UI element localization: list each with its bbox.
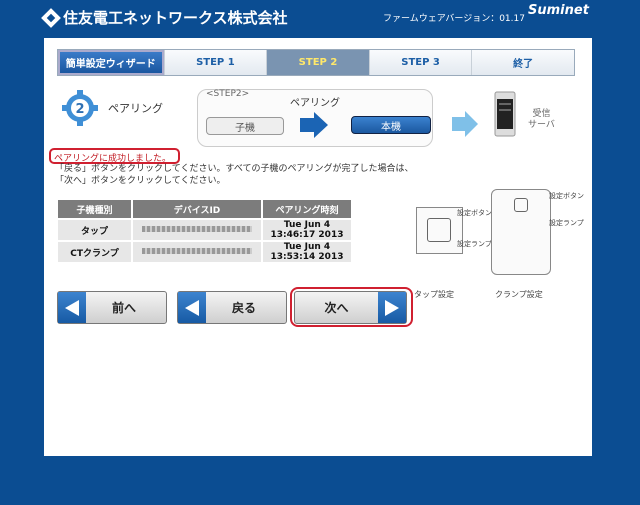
tab-step2: STEP 2	[266, 50, 369, 75]
prev-button-label: 前へ	[111, 301, 136, 315]
instruction-text: 「戻る」ボタンをクリックしてください。すべての子機のペアリングが完了した場合は、…	[55, 164, 414, 186]
logo-icon	[41, 7, 61, 28]
pairing-flow: <STEP2> ペアリング 子機 本機	[197, 89, 433, 147]
device-id-masked	[133, 220, 261, 240]
tab-step1: STEP 1	[163, 50, 267, 75]
success-message: ペアリングに成功しました。	[49, 148, 180, 164]
clamp-device-image	[491, 189, 551, 275]
pairing-time: Tue Jun 4 13:53:14 2013	[263, 242, 351, 262]
tap-device-image	[416, 207, 463, 254]
table-row: タップ Tue Jun 4 13:46:17 2013	[58, 220, 351, 240]
table-header: 子機種別	[58, 200, 131, 218]
chevron-left-icon	[178, 292, 206, 323]
company-logo: 住友電工ネットワークス株式会社	[41, 7, 288, 28]
clamp-setting-label: クランプ設定	[495, 290, 543, 299]
pairing-time: Tue Jun 4 13:46:17 2013	[263, 220, 351, 240]
gear-icon: 2	[62, 90, 98, 126]
tap-setting-button-label: 設定ボタン	[457, 209, 492, 217]
table-row: CTクランプ Tue Jun 4 13:53:14 2013	[58, 242, 351, 262]
tap-setting-label: タップ設定	[414, 290, 454, 299]
prev-button[interactable]: 前へ	[57, 291, 167, 324]
flow-title: ペアリング	[290, 98, 340, 109]
brand-logo: Suminet	[528, 3, 589, 18]
header: 住友電工ネットワークス株式会社 ファームウェアバージョン：01.17 Sumin…	[0, 0, 640, 38]
wizard-tabs: 簡単設定ウィザード STEP 1 STEP 2 STEP 3 終了	[57, 49, 575, 76]
clamp-setting-button-label: 設定ボタン	[549, 192, 584, 200]
device-type: タップ	[58, 220, 131, 240]
table-header: デバイスID	[133, 200, 261, 218]
next-button-highlight	[290, 287, 413, 327]
company-name: 住友電工ネットワークス株式会社	[63, 9, 288, 27]
step-title: ペアリング	[108, 102, 163, 115]
back-button[interactable]: 戻る	[177, 291, 287, 324]
main-panel: 簡単設定ウィザード STEP 1 STEP 2 STEP 3 終了 2 ペアリン…	[44, 38, 592, 456]
main-unit-pill: 本機	[351, 116, 431, 134]
step-number: 2	[75, 102, 84, 117]
server-icon	[494, 91, 516, 137]
chevron-left-icon	[58, 292, 86, 323]
arrow-right-icon	[452, 111, 478, 137]
flow-step-label: <STEP2>	[206, 89, 250, 99]
arrow-right-icon	[300, 112, 328, 138]
back-button-label: 戻る	[231, 301, 256, 315]
firmware-version: ファームウェアバージョン：01.17	[383, 14, 525, 24]
device-id-masked	[133, 242, 261, 262]
receiver-label: 受信 サーバ	[528, 109, 555, 130]
child-unit-pill: 子機	[206, 117, 284, 135]
paired-devices-table: 子機種別 デバイスID ペアリング時刻 タップ Tue Jun 4 13:46:…	[56, 198, 353, 264]
tab-step3: STEP 3	[368, 50, 472, 75]
tap-setting-lamp-label: 設定ランプ	[457, 240, 492, 248]
tab-wizard: 簡単設定ウィザード	[58, 50, 164, 75]
device-type: CTクランプ	[58, 242, 131, 262]
clamp-setting-lamp-label: 設定ランプ	[549, 219, 584, 227]
tab-finish: 終了	[471, 50, 574, 75]
table-header: ペアリング時刻	[263, 200, 351, 218]
